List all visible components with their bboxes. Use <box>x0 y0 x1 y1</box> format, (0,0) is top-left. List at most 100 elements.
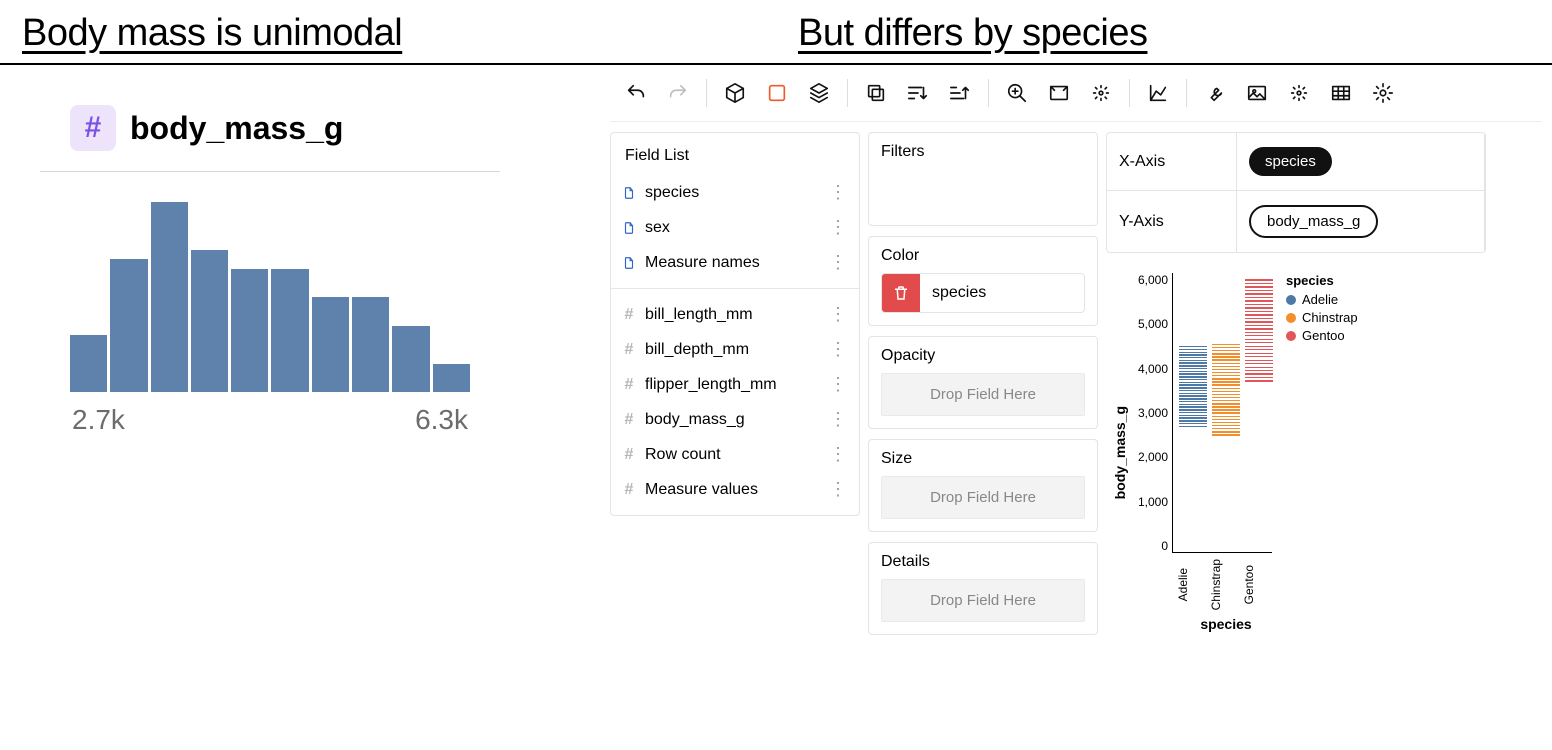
hist-bar <box>392 326 429 393</box>
hist-bar <box>191 250 228 393</box>
page-title-right: But differs by species <box>776 0 1552 63</box>
legend: species AdelieChinstrapGentoo <box>1286 273 1358 632</box>
hash-icon: # <box>621 341 637 359</box>
hist-bar <box>352 297 389 392</box>
document-icon <box>621 221 637 235</box>
more-icon[interactable]: ⋮ <box>829 479 849 500</box>
drop-target[interactable]: Drop Field Here <box>881 373 1085 416</box>
opacity-shelf[interactable]: Opacity Drop Field Here <box>868 336 1098 429</box>
left-panel: # body_mass_g 2.7k 6.3k <box>0 65 600 745</box>
document-icon <box>621 186 637 200</box>
hash-icon: # <box>621 446 637 464</box>
more-icon[interactable]: ⋮ <box>829 339 849 360</box>
field-label: flipper_length_mm <box>645 376 777 394</box>
field-list-item[interactable]: sex ⋮ <box>611 210 859 245</box>
drop-target[interactable]: Drop Field Here <box>881 579 1085 622</box>
more-icon[interactable]: ⋮ <box>829 409 849 430</box>
field-list-panel: Field List species⋮sex⋮Measure names⋮ #b… <box>610 132 860 516</box>
more-icon[interactable]: ⋮ <box>829 374 849 395</box>
field-label: sex <box>645 219 670 237</box>
wrench-button[interactable] <box>1197 75 1233 111</box>
y-axis-chip[interactable]: body_mass_g <box>1249 205 1378 238</box>
color-chip[interactable]: species <box>881 273 1085 313</box>
gear-small-icon <box>1288 82 1310 104</box>
axes-icon <box>1147 82 1169 104</box>
hist-bar <box>231 269 268 393</box>
field-list-item[interactable]: #body_mass_g⋮ <box>611 402 859 437</box>
x-tick: Adelie <box>1176 559 1209 610</box>
y-tick: 4,000 <box>1138 362 1168 376</box>
y-tick: 5,000 <box>1138 317 1168 331</box>
filters-shelf[interactable]: Filters <box>868 132 1098 226</box>
layers-button[interactable] <box>801 75 837 111</box>
field-list-item[interactable]: #flipper_length_mm⋮ <box>611 367 859 402</box>
trash-icon[interactable] <box>882 274 920 312</box>
hist-bar <box>110 259 147 392</box>
field-label: bill_depth_mm <box>645 341 749 359</box>
axes-button[interactable] <box>1140 75 1176 111</box>
settings-button[interactable] <box>1365 75 1401 111</box>
more-icon[interactable]: ⋮ <box>829 252 849 273</box>
y-tick: 3,000 <box>1138 406 1168 420</box>
hist-x-max: 6.3k <box>415 404 468 436</box>
field-list-item[interactable]: # bill_depth_mm ⋮ <box>611 332 859 367</box>
hist-bar <box>151 202 188 392</box>
redo-button[interactable] <box>660 75 696 111</box>
redo-icon <box>667 82 689 104</box>
undo-button[interactable] <box>618 75 654 111</box>
sort-asc-button[interactable] <box>900 75 936 111</box>
y-axis-label: Y-Axis <box>1107 191 1237 252</box>
gear-small2-button[interactable] <box>1281 75 1317 111</box>
more-icon[interactable]: ⋮ <box>829 217 849 238</box>
rect-button[interactable] <box>759 75 795 111</box>
field-list-item[interactable]: #bill_length_mm⋮ <box>611 297 859 332</box>
details-shelf[interactable]: Details Drop Field Here <box>868 542 1098 635</box>
color-shelf[interactable]: Color species <box>868 236 1098 326</box>
image-button[interactable] <box>1239 75 1275 111</box>
hist-bar <box>433 364 470 393</box>
drop-target[interactable]: Drop Field Here <box>881 476 1085 519</box>
field-name-label: body_mass_g <box>130 110 343 147</box>
hist-x-min: 2.7k <box>72 404 125 436</box>
legend-swatch <box>1286 313 1296 323</box>
field-list-item[interactable]: species⋮ <box>611 175 859 210</box>
x-axis-label: X-Axis <box>1107 133 1237 191</box>
zoom-in-icon <box>1006 82 1028 104</box>
more-icon[interactable]: ⋮ <box>829 182 849 203</box>
gear-small-button[interactable] <box>1083 75 1119 111</box>
fit-icon <box>1048 82 1070 104</box>
field-label: body_mass_g <box>645 411 745 429</box>
image-icon <box>1246 82 1268 104</box>
sort-asc-icon <box>907 82 929 104</box>
gear-small-icon <box>1090 82 1112 104</box>
fit-button[interactable] <box>1041 75 1077 111</box>
size-shelf[interactable]: Size Drop Field Here <box>868 439 1098 532</box>
field-list-item[interactable]: Measure names⋮ <box>611 245 859 280</box>
field-list-item[interactable]: #Row count⋮ <box>611 437 859 472</box>
field-list-header: Field List <box>611 143 859 175</box>
hist-bar <box>312 297 349 392</box>
sort-desc-button[interactable] <box>942 75 978 111</box>
page-title-left: Body mass is unimodal <box>0 0 776 63</box>
document-icon <box>621 256 637 270</box>
copy-button[interactable] <box>858 75 894 111</box>
legend-item: Adelie <box>1286 292 1358 307</box>
cube-icon <box>724 82 746 104</box>
more-icon[interactable]: ⋮ <box>829 444 849 465</box>
right-panel: Field List species⋮sex⋮Measure names⋮ #b… <box>600 65 1552 745</box>
layers-icon <box>808 82 830 104</box>
legend-swatch <box>1286 295 1296 305</box>
field-list-item[interactable]: #Measure values⋮ <box>611 472 859 507</box>
table-button[interactable] <box>1323 75 1359 111</box>
y-tick: 2,000 <box>1138 450 1168 464</box>
copy-icon <box>865 82 887 104</box>
hist-bar <box>70 335 107 392</box>
y-tick: 6,000 <box>1138 273 1168 287</box>
x-axis-chip[interactable]: species <box>1249 147 1332 176</box>
zoom-in-button[interactable] <box>999 75 1035 111</box>
x-tick: Gentoo <box>1242 559 1275 610</box>
field-label: bill_length_mm <box>645 306 753 324</box>
more-icon[interactable]: ⋮ <box>829 304 849 325</box>
rect-icon <box>766 82 788 104</box>
cube-button[interactable] <box>717 75 753 111</box>
